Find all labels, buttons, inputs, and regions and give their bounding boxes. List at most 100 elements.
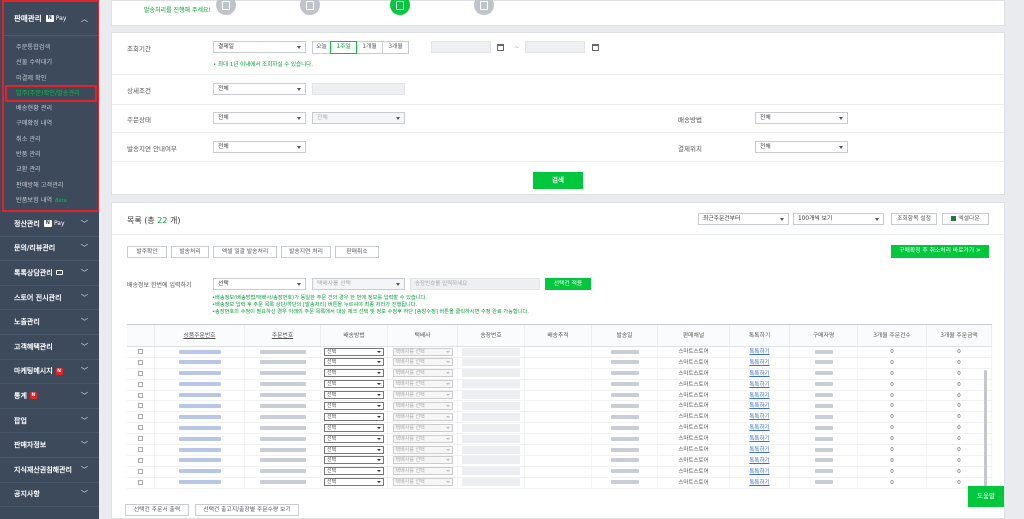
sidebar-group[interactable]: 스토어 전시관리 ﹀ [0, 286, 99, 311]
product-order-number[interactable] [178, 371, 221, 376]
ship-info-select[interactable]: 선택 [213, 278, 306, 290]
table-row[interactable]: 선택 택배사를 선택 스마트스토어 톡톡하기 0 0 [127, 368, 992, 380]
table-cell[interactable] [127, 423, 155, 434]
table-cell[interactable] [127, 379, 155, 390]
sidebar-sub-item[interactable]: 판매방해 고객관리 [4, 178, 98, 193]
table-row[interactable]: 선택 택배사를 선택 스마트스토어 톡톡하기 0 0 [127, 357, 992, 369]
sidebar-sub-item[interactable]: 구매확정 내역 [4, 116, 98, 131]
tracking-number-input[interactable] [462, 391, 520, 400]
ship-method-select[interactable]: 선택 [324, 358, 384, 367]
courier-select[interactable]: 택배사를 선택 [392, 347, 453, 356]
ship-method-select[interactable]: 선택 [324, 434, 384, 443]
sidebar-group[interactable]: 정산관리 N Pay ﹀ [0, 212, 99, 237]
row-checkbox[interactable] [138, 479, 143, 485]
column-setting-button[interactable]: 조회항목 설정 [891, 213, 937, 225]
range-button[interactable]: 1주일 [330, 41, 357, 54]
sidebar-sub-item[interactable]: 취소 관리 [4, 132, 98, 147]
sidebar-group[interactable]: 마케팅메시지 N ﹀ [0, 360, 99, 385]
sidebar-group[interactable]: 고객혜택관리 ﹀ [0, 335, 99, 360]
table-row[interactable]: 선택 택배사를 선택 스마트스토어 톡톡하기 0 0 [127, 412, 992, 424]
table-row[interactable]: 선택 택배사를 선택 스마트스토어 톡톡하기 0 0 [127, 401, 992, 413]
action-button[interactable]: 발송지연 처리 [281, 246, 331, 258]
calendar-icon[interactable] [592, 44, 599, 51]
tracking-number-input[interactable] [462, 347, 520, 356]
sidebar-group[interactable]: 통계 N ﹀ [0, 384, 99, 409]
tracking-number-input[interactable] [462, 423, 520, 432]
sidebar-group[interactable]: 판매자정보 ﹀ [0, 433, 99, 458]
ship-method-select[interactable]: 선택 [324, 445, 384, 454]
talk-link[interactable]: 톡톡하기 [749, 480, 769, 486]
row-checkbox[interactable] [138, 457, 143, 463]
row-checkbox[interactable] [138, 436, 143, 442]
tracking-number-input[interactable] [462, 380, 520, 389]
table-cell[interactable] [127, 466, 155, 477]
bottom-action-button[interactable]: 선택건 출고지/출장별 주문수량 보기 [195, 504, 299, 516]
courier-select[interactable]: 택배사를 선택 [392, 358, 453, 367]
ship-method-select[interactable]: 선택 [324, 369, 384, 378]
status-sub-select[interactable]: 전체 [312, 112, 405, 124]
table-cell[interactable] [127, 455, 155, 466]
end-date-input[interactable] [525, 41, 585, 53]
ship-method-select[interactable]: 선택 [324, 401, 384, 410]
range-button[interactable]: 오늘 [312, 41, 331, 54]
talk-link[interactable]: 톡톡하기 [749, 382, 769, 388]
range-button[interactable]: 3개월 [382, 41, 409, 54]
column-header[interactable]: 주문번호 [245, 325, 321, 346]
product-order-number[interactable] [178, 393, 221, 398]
talk-link[interactable]: 톡톡하기 [749, 403, 769, 409]
row-checkbox[interactable] [138, 447, 143, 453]
row-checkbox[interactable] [138, 349, 143, 354]
courier-select[interactable]: 택배사를 선택 [392, 434, 453, 443]
post-confirm-cancel-button[interactable]: 구매확정 후 취소처리 바로가기 > [891, 245, 989, 258]
talk-link[interactable]: 톡톡하기 [749, 436, 769, 442]
ship-method-select[interactable]: 선택 [324, 456, 384, 465]
courier-select[interactable]: 택배사를 선택 [392, 467, 453, 476]
sidebar-sub-item[interactable]: 반품 관리 [4, 147, 98, 162]
tracking-number-input[interactable] [462, 401, 520, 410]
talk-link[interactable]: 톡톡하기 [749, 458, 769, 464]
sidebar-sub-item[interactable]: 선물 수락대기 [4, 55, 98, 70]
product-order-number[interactable] [178, 469, 221, 474]
delay-select[interactable]: 전체 [213, 141, 306, 153]
sidebar-sub-item[interactable]: 발주(주문)확인/발송관리 [5, 84, 97, 103]
courier-select[interactable]: 택배사를 선택 [392, 445, 453, 454]
table-row[interactable]: 선택 택배사를 선택 스마트스토어 톡톡하기 0 0 [127, 423, 992, 435]
table-cell[interactable] [127, 368, 155, 379]
tracking-input[interactable]: 송장번호를 입력하세요 [410, 278, 540, 290]
detail-input[interactable] [312, 83, 405, 95]
table-row[interactable]: 선택 택배사를 선택 스마트스토어 톡톡하기 0 0 [127, 434, 992, 446]
document-icon[interactable] [300, 0, 320, 15]
table-row[interactable]: 선택 택배사를 선택 스마트스토어 톡톡하기 0 0 [127, 445, 992, 456]
row-checkbox[interactable] [138, 392, 143, 398]
row-checkbox[interactable] [138, 370, 143, 376]
talk-link[interactable]: 톡톡하기 [749, 349, 769, 355]
sidebar-group[interactable]: 팝업 ﹀ [0, 409, 99, 434]
talk-link[interactable]: 톡톡하기 [749, 447, 769, 453]
ship-method-select[interactable]: 전체 [755, 112, 848, 124]
tracking-number-input[interactable] [462, 358, 520, 367]
page-size-select[interactable]: 100개씩 보기 [793, 213, 884, 225]
product-order-number[interactable] [178, 349, 221, 354]
column-header[interactable]: 상품주문번호 [155, 325, 245, 346]
talk-link[interactable]: 톡톡하기 [749, 469, 769, 475]
table-cell[interactable] [127, 347, 155, 357]
product-order-number[interactable] [178, 480, 221, 485]
sort-select[interactable]: 최근주문건부터 [698, 213, 789, 225]
product-order-number[interactable] [178, 436, 221, 441]
product-order-number[interactable] [178, 458, 221, 463]
product-order-number[interactable] [178, 414, 221, 419]
table-row[interactable]: 선택 택배사를 선택 스마트스토어 톡톡하기 0 0 [127, 455, 992, 467]
table-cell[interactable] [127, 401, 155, 412]
ship-method-select[interactable]: 선택 [324, 347, 384, 356]
table-cell[interactable] [127, 357, 155, 368]
sidebar-sub-item[interactable]: 반품보험 내역 Beta [4, 193, 98, 208]
product-order-number[interactable] [178, 360, 221, 365]
table-row[interactable]: 선택 택배사를 선택 스마트스토어 톡톡하기 0 0 [127, 466, 992, 478]
pay-place-select[interactable]: 전체 [755, 141, 848, 153]
row-checkbox[interactable] [138, 425, 143, 431]
ship-method-select[interactable]: 선택 [324, 412, 384, 421]
table-row[interactable]: 선택 택배사를 선택 스마트스토어 톡톡하기 0 0 [127, 347, 992, 358]
row-checkbox[interactable] [138, 359, 143, 365]
range-button[interactable]: 1개월 [356, 41, 383, 54]
table-scrollbar[interactable] [984, 370, 987, 495]
